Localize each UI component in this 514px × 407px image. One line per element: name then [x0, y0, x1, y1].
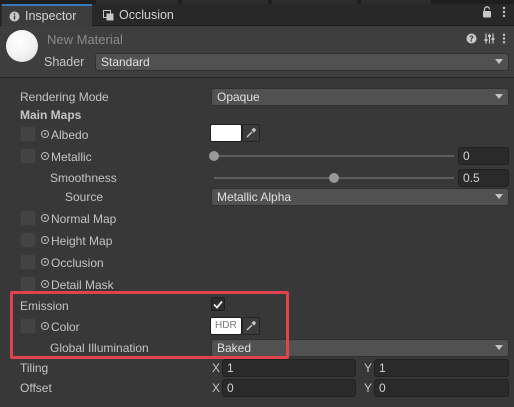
albedo-texture-slot[interactable] [20, 126, 36, 142]
chevron-down-icon [495, 59, 503, 64]
object-picker-icon[interactable] [41, 214, 49, 222]
chevron-down-icon [495, 94, 503, 99]
object-picker-icon[interactable] [41, 130, 49, 138]
object-picker-icon[interactable] [41, 236, 49, 244]
main-maps-heading: Main Maps [20, 108, 82, 122]
offset-label: Offset [20, 381, 52, 395]
tiling-x-field[interactable]: 1 [222, 359, 356, 377]
material-header-actions: ? [466, 33, 506, 47]
height-map-label: Height Map [51, 234, 113, 248]
emission-highlight-box [10, 291, 289, 359]
eyedropper-icon[interactable] [242, 124, 260, 142]
offset-y-field[interactable]: 0 [374, 379, 509, 397]
smoothness-value-field[interactable]: 0.5 [458, 169, 509, 187]
occlusion-icon [102, 9, 114, 21]
kebab-menu-icon[interactable] [502, 6, 506, 21]
source-dropdown[interactable]: Metallic Alpha [211, 188, 509, 206]
shader-label: Shader [44, 55, 85, 69]
albedo-label: Albedo [51, 128, 89, 142]
metallic-value-field[interactable]: 0 [458, 147, 509, 165]
offset-x-field[interactable]: 0 [222, 379, 356, 397]
source-label: Source [65, 190, 104, 204]
shader-value: Standard [101, 55, 150, 69]
object-picker-icon[interactable] [41, 152, 49, 160]
detail-mask-label: Detail Mask [51, 278, 114, 292]
occlusion-texture-slot[interactable] [20, 254, 36, 270]
tiling-y-field[interactable]: 1 [374, 359, 509, 377]
tiling-x-label: X [212, 361, 221, 375]
albedo-color-swatch[interactable] [210, 124, 242, 142]
metallic-slider-thumb[interactable] [209, 151, 219, 161]
svg-text:?: ? [469, 35, 474, 44]
occlusion-label: Occlusion [51, 256, 104, 270]
kebab-menu-icon[interactable] [502, 33, 506, 47]
offset-y-label: Y [364, 381, 373, 395]
object-picker-icon[interactable] [41, 280, 49, 288]
metallic-slider-track[interactable] [214, 155, 454, 157]
shader-dropdown[interactable]: Standard [95, 53, 509, 71]
source-value: Metallic Alpha [217, 190, 292, 204]
tab-occlusion[interactable]: Occlusion [96, 4, 186, 26]
chevron-down-icon [495, 345, 503, 350]
normal-map-label: Normal Map [51, 212, 117, 226]
tab-label: Inspector [25, 9, 77, 23]
lock-icon[interactable] [482, 6, 492, 21]
help-icon[interactable]: ? [466, 33, 477, 47]
rendering-mode-value: Opaque [217, 90, 260, 104]
metallic-texture-slot[interactable] [20, 148, 36, 164]
normal-map-texture-slot[interactable] [20, 210, 36, 226]
material-preview [6, 30, 38, 62]
chevron-down-icon [495, 194, 503, 199]
height-map-texture-slot[interactable] [20, 232, 36, 248]
info-icon [8, 10, 20, 22]
tiling-y-label: Y [364, 361, 373, 375]
smoothness-label: Smoothness [50, 171, 117, 185]
tab-label: Occlusion [119, 8, 174, 22]
material-name: New Material [47, 32, 123, 47]
detail-mask-texture-slot[interactable] [20, 276, 36, 292]
smoothness-slider-thumb[interactable] [329, 173, 339, 183]
tab-inspector[interactable]: Inspector [2, 4, 92, 26]
rendering-mode-label: Rendering Mode [20, 90, 109, 104]
preset-icon[interactable] [484, 33, 495, 47]
tiling-label: Tiling [20, 361, 49, 375]
rendering-mode-dropdown[interactable]: Opaque [211, 88, 509, 106]
metallic-label: Metallic [51, 150, 92, 164]
offset-x-label: X [212, 381, 221, 395]
object-picker-icon[interactable] [41, 258, 49, 266]
tab-bar-actions [482, 6, 506, 21]
